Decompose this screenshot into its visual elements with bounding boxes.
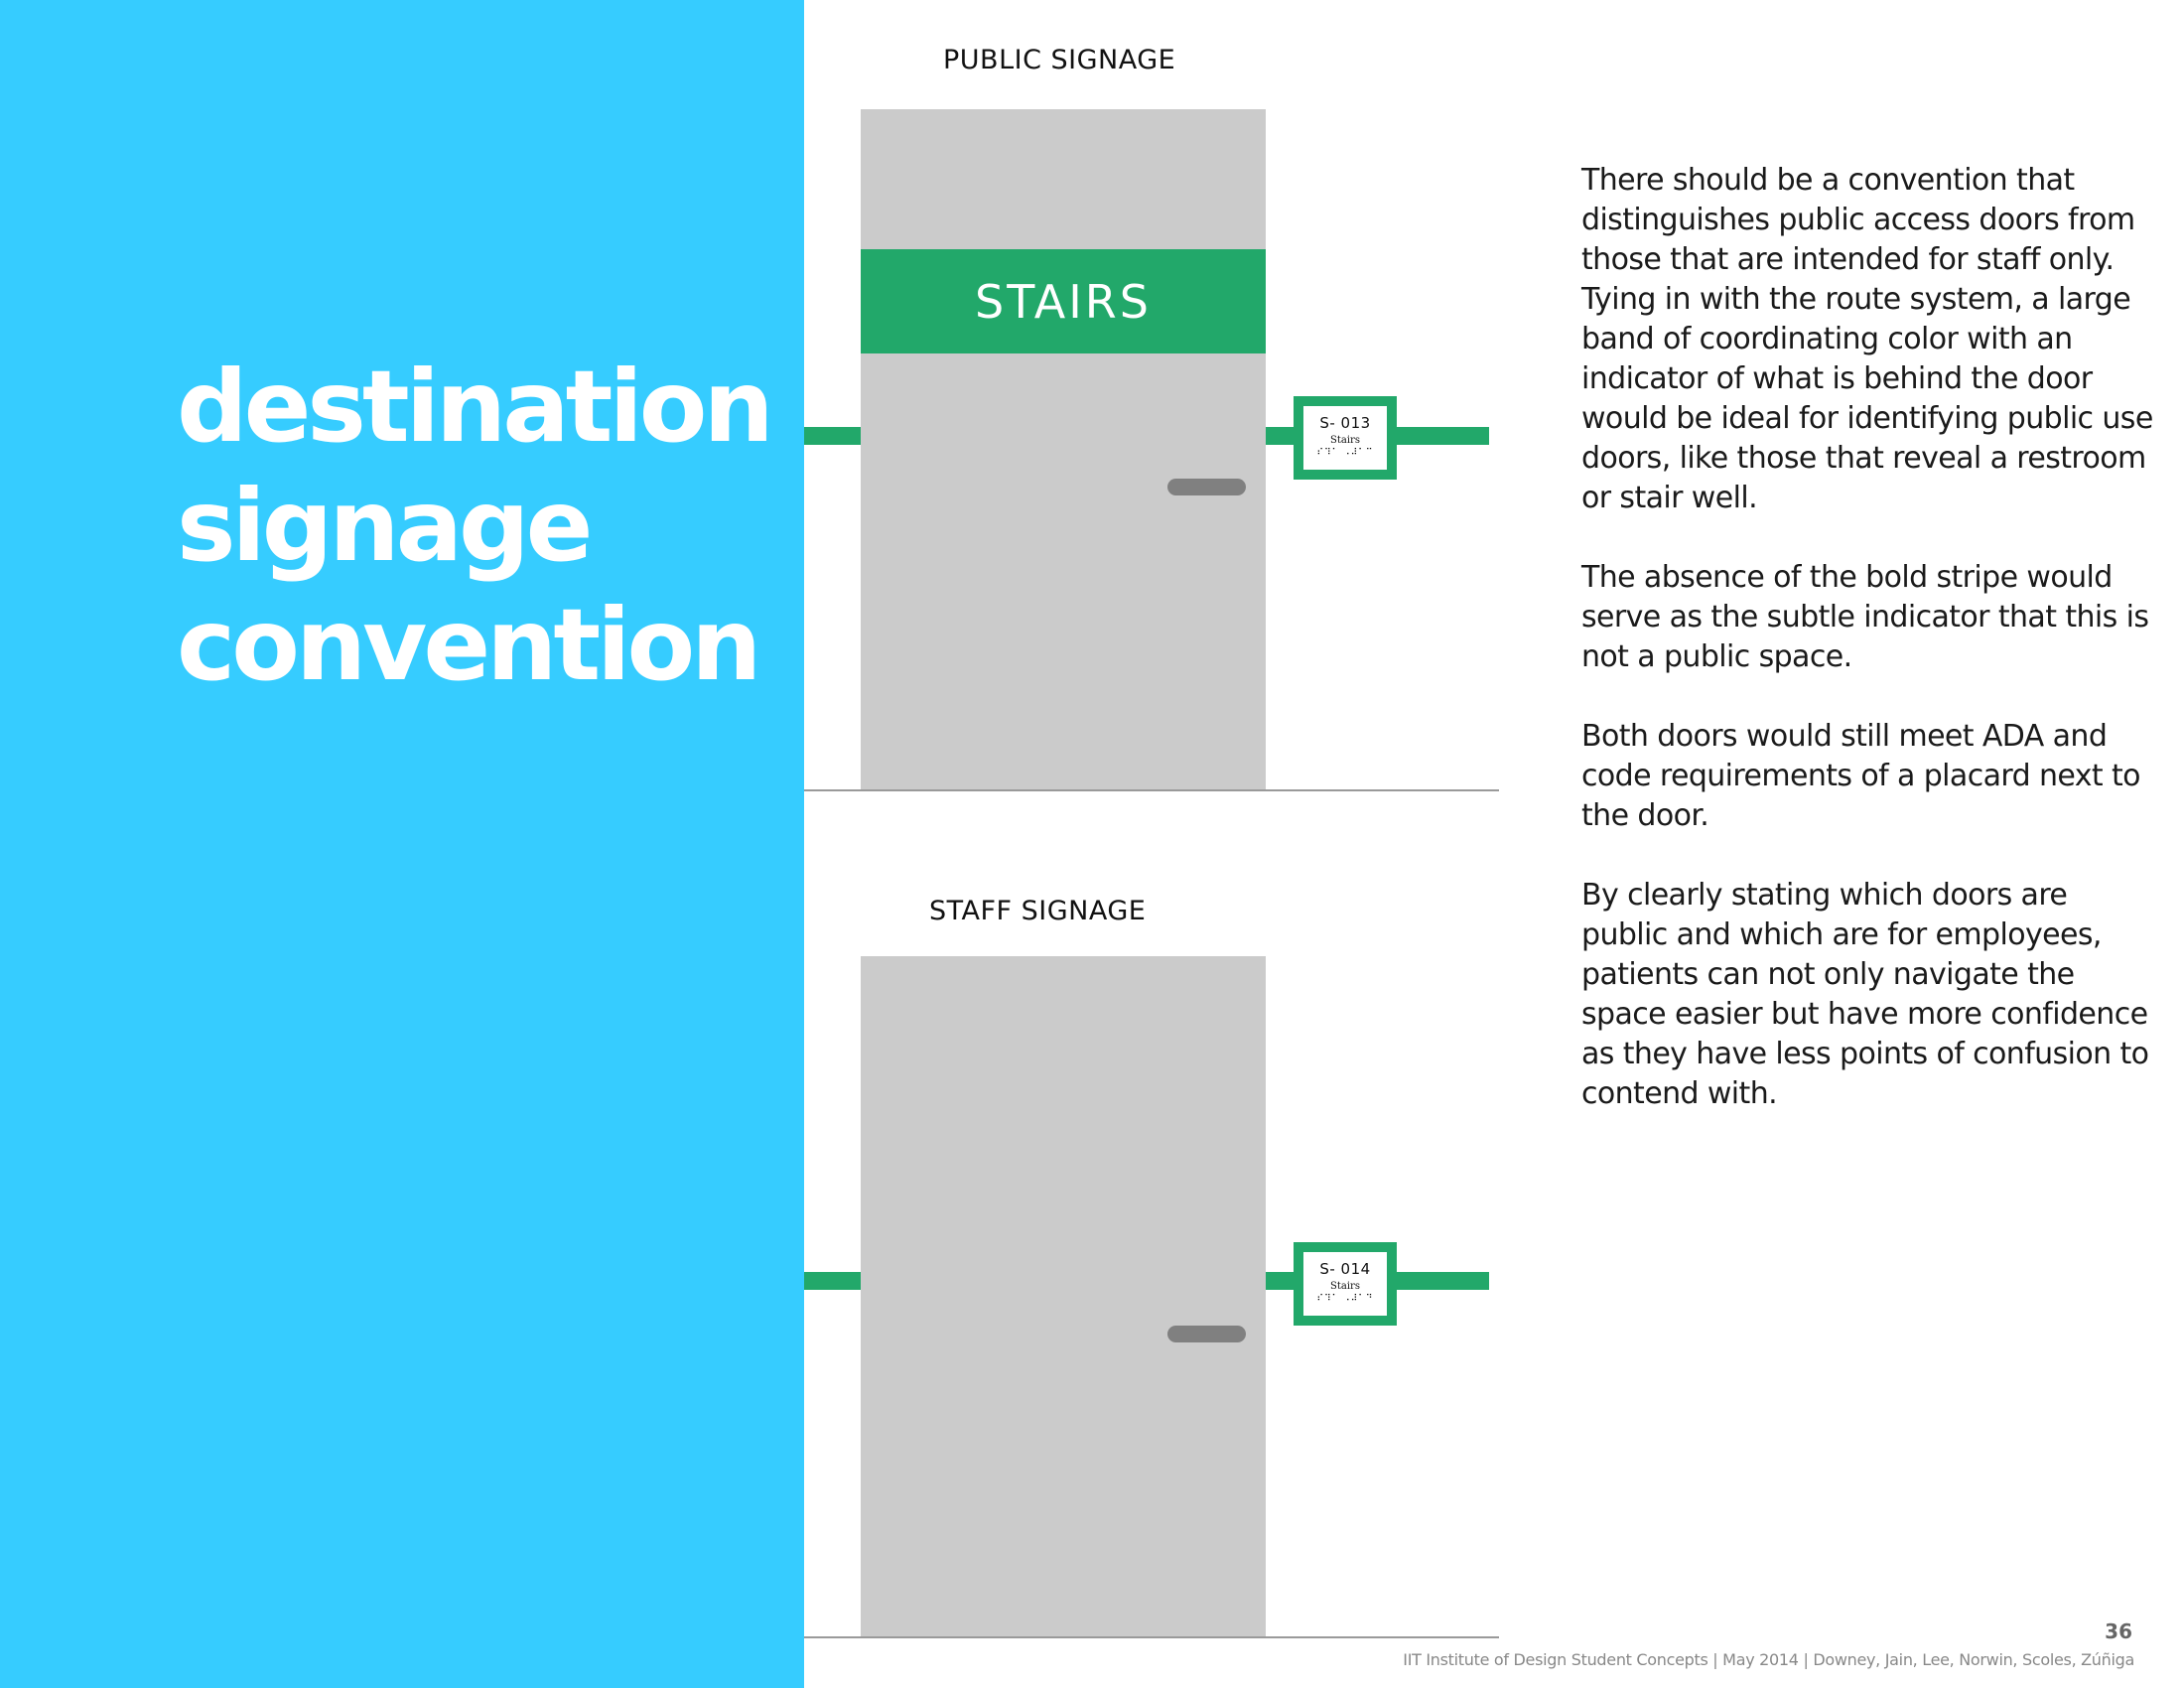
paragraph: The absence of the bold stripe would ser… bbox=[1581, 560, 2149, 674]
public-door bbox=[861, 109, 1266, 790]
door-handle bbox=[1167, 1326, 1246, 1342]
braille-text: ⠎⠹⠁ ⠠⠼⠁⠙ bbox=[1316, 1294, 1374, 1304]
placard-number: S- 014 bbox=[1319, 1260, 1371, 1278]
paragraph: There should be a convention that distin… bbox=[1581, 163, 2153, 515]
page-number: 36 bbox=[2105, 1619, 2132, 1643]
staff-signage-label: STAFF SIGNAGE bbox=[929, 896, 1147, 926]
band-label: STAIRS bbox=[975, 274, 1152, 329]
placard-name: Stairs bbox=[1330, 435, 1360, 446]
title-line: destination bbox=[177, 349, 774, 465]
placard-number: S- 013 bbox=[1319, 414, 1371, 432]
braille-text: ⠎⠹⠁ ⠠⠼⠁⠉ bbox=[1316, 448, 1374, 458]
room-placard: S- 013 Stairs ⠎⠹⠁ ⠠⠼⠁⠉ bbox=[1294, 396, 1397, 480]
paragraph: By clearly stating which doors are publi… bbox=[1581, 878, 2149, 1111]
paragraph: Both doors would still meet ADA and code… bbox=[1581, 719, 2140, 833]
title-line: convention bbox=[177, 587, 761, 703]
staff-door bbox=[861, 956, 1266, 1637]
room-placard: S- 014 Stairs ⠎⠹⠁ ⠠⠼⠁⠙ bbox=[1294, 1242, 1397, 1326]
placard-name: Stairs bbox=[1330, 1281, 1360, 1292]
door-handle bbox=[1167, 479, 1246, 495]
page-title: destination signage convention bbox=[177, 348, 774, 705]
destination-color-band: STAIRS bbox=[861, 249, 1266, 353]
footer-credits: IIT Institute of Design Student Concepts… bbox=[1403, 1650, 2134, 1669]
title-line: signage bbox=[177, 468, 593, 584]
bottom-divider bbox=[804, 1636, 1499, 1638]
title-panel: destination signage convention bbox=[0, 0, 804, 1688]
section-divider bbox=[804, 789, 1499, 791]
body-copy: There should be a convention that distin… bbox=[1581, 161, 2157, 1154]
route-stripe-left bbox=[804, 1272, 861, 1290]
route-stripe-left bbox=[804, 427, 861, 445]
public-signage-label: PUBLIC SIGNAGE bbox=[943, 45, 1176, 75]
